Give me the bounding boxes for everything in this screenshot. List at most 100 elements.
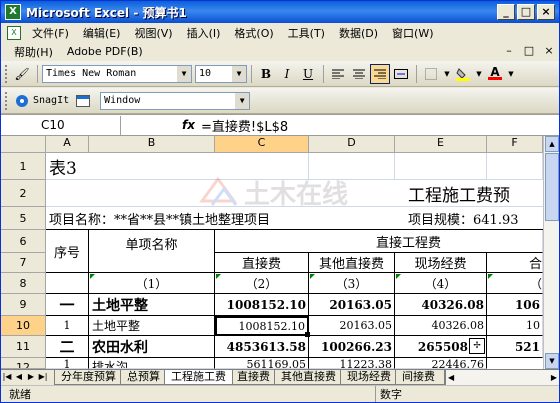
cell-b10[interactable]: 土地平整 (89, 316, 215, 336)
menu-data[interactable]: 数据(D) (332, 25, 385, 41)
cell-f1[interactable] (487, 153, 543, 180)
align-left-icon[interactable] (328, 64, 348, 84)
sheet-tab-other-direct[interactable]: 其他直接费 (274, 370, 343, 385)
cell-f10[interactable]: 10 (487, 316, 543, 336)
cell-c9[interactable]: 1008152.10 (215, 294, 309, 316)
horizontal-scrollbar[interactable]: ◀ ▶ (445, 370, 559, 385)
menu-window[interactable]: 窗口(W) (385, 25, 440, 41)
excel-icon[interactable]: X (5, 4, 21, 20)
menu-adobe-pdf[interactable]: Adobe PDF(B) (60, 45, 150, 58)
cell-b6[interactable]: 单项名称 (89, 230, 215, 273)
column-header-a[interactable]: A (46, 136, 89, 153)
cell-c6[interactable]: 直接工程费 (215, 230, 543, 253)
row-header-6[interactable]: 6 (1, 230, 46, 253)
toolbar-grip[interactable] (5, 64, 8, 83)
workbook-close-button[interactable]: × (543, 44, 555, 57)
chevron-down-icon[interactable]: ▼ (506, 64, 516, 84)
chevron-down-icon[interactable]: ▼ (235, 92, 250, 109)
cell-d8[interactable]: （3） (309, 273, 395, 294)
row-header-7[interactable]: 7 (1, 253, 46, 273)
cell-c7[interactable]: 直接费 (215, 253, 309, 273)
title-bar[interactable]: X Microsoft Excel - 预算书1 _ □ × (1, 1, 559, 23)
row-header-11[interactable]: 11 (1, 336, 46, 358)
sheet-tab-total-budget[interactable]: 总预算 (120, 370, 167, 385)
cell-e9[interactable]: 40326.08 (395, 294, 487, 316)
scrollbar-thumb[interactable] (545, 153, 559, 221)
scroll-down-icon[interactable]: ▼ (545, 353, 559, 369)
cell-c8[interactable]: （2） (215, 273, 309, 294)
cell-row2-title[interactable]: 工程施工费预 (405, 180, 543, 207)
borders-icon[interactable] (421, 64, 441, 84)
cell-e8[interactable]: （4） (395, 273, 487, 294)
paste-options-icon[interactable]: ✢ (469, 338, 485, 354)
sheet-tab-construction-cost[interactable]: 工程施工费 (164, 370, 233, 385)
cell-a1[interactable]: 表3 (46, 153, 215, 180)
column-header-e[interactable]: E (395, 136, 487, 153)
cell-c10-selected[interactable]: 1008152.10 (215, 316, 309, 336)
menu-tools[interactable]: 工具(T) (281, 25, 332, 41)
toolbar-grip[interactable] (5, 91, 8, 110)
column-header-c[interactable]: C (215, 136, 309, 153)
cell-b11[interactable]: 农田水利 (89, 336, 215, 358)
cell-e5[interactable]: 项目规模：641.93 (405, 207, 543, 229)
cell-c12[interactable]: 561169.05 (215, 358, 309, 369)
row-header-8[interactable]: 8 (1, 273, 46, 294)
sheet-tab-annual-budget[interactable]: 分年度预算 (54, 370, 123, 385)
scroll-right-icon[interactable]: ▶ (551, 373, 557, 382)
cell-d11[interactable]: 100266.23 (309, 336, 395, 358)
cell-e12[interactable]: 22446.76 (395, 358, 487, 369)
snagit-icon[interactable] (12, 91, 32, 111)
capture-window-icon[interactable] (73, 91, 93, 111)
menu-insert[interactable]: 插入(I) (180, 25, 228, 41)
cell-a12[interactable]: 1 (46, 358, 89, 369)
first-sheet-icon[interactable]: |◀ (1, 370, 13, 384)
cell-b9[interactable]: 土地平整 (89, 294, 215, 316)
cell-d1[interactable] (309, 153, 395, 180)
cell-f8[interactable]: （ (487, 273, 543, 294)
italic-button[interactable]: I (277, 64, 297, 84)
align-center-icon[interactable] (349, 64, 369, 84)
cell-d12[interactable]: 11223.38 (309, 358, 395, 369)
maximize-button[interactable]: □ (517, 4, 535, 20)
row-header-1[interactable]: 1 (1, 153, 46, 180)
cell-f7[interactable]: 合 (487, 253, 543, 273)
cell-d10[interactable]: 20163.05 (309, 316, 395, 336)
cell-e10[interactable]: 40326.08 (395, 316, 487, 336)
bold-button[interactable]: B (256, 64, 276, 84)
workbook-icon[interactable]: X (7, 25, 21, 40)
cell-a9[interactable]: 一 (46, 294, 89, 316)
font-name-combo[interactable]: Times New Roman ▼ (42, 64, 192, 83)
last-sheet-icon[interactable]: ▶| (37, 370, 49, 384)
spreadsheet-grid[interactable]: A B C D E F 1 2 5 6 7 8 9 10 11 12 表3 工程… (1, 136, 559, 369)
sheet-tab-direct-cost[interactable]: 直接费 (230, 370, 277, 385)
row-header-12[interactable]: 12 (1, 358, 46, 369)
menu-help[interactable]: 帮助(H) (7, 44, 60, 60)
minimize-button[interactable]: _ (497, 4, 515, 20)
row-header-2[interactable]: 2 (1, 180, 46, 207)
column-header-f[interactable]: F (487, 136, 543, 153)
column-header-b[interactable]: B (89, 136, 215, 153)
font-color-icon[interactable]: A (485, 64, 505, 84)
scroll-left-icon[interactable]: ◀ (448, 373, 454, 382)
font-size-combo[interactable]: 10 ▼ (195, 64, 247, 83)
underline-button[interactable]: U (298, 64, 318, 84)
scroll-up-icon[interactable]: ▲ (545, 136, 559, 152)
insert-function-icon[interactable]: fx (121, 118, 201, 132)
cell-a6[interactable]: 序号 (46, 230, 89, 273)
cell-a11[interactable]: 二 (46, 336, 89, 358)
menu-view[interactable]: 视图(V) (127, 25, 179, 41)
sheet-tab-indirect-cost[interactable]: 间接费 (395, 370, 445, 385)
cell-e1[interactable] (395, 153, 487, 180)
menu-format[interactable]: 格式(O) (227, 25, 280, 41)
cell-f9[interactable]: 106 (487, 294, 543, 316)
name-box[interactable]: C10 (1, 115, 121, 135)
cell-f11[interactable]: 521 (487, 336, 543, 358)
cell-d7[interactable]: 其他直接费 (309, 253, 395, 273)
select-all-corner[interactable] (1, 136, 46, 153)
menu-edit[interactable]: 编辑(E) (76, 25, 128, 41)
fill-color-icon[interactable] (453, 64, 473, 84)
close-button[interactable]: × (537, 4, 555, 20)
next-sheet-icon[interactable]: ▶ (25, 370, 37, 384)
row-header-5[interactable]: 5 (1, 207, 46, 230)
merge-center-icon[interactable] (391, 64, 411, 84)
